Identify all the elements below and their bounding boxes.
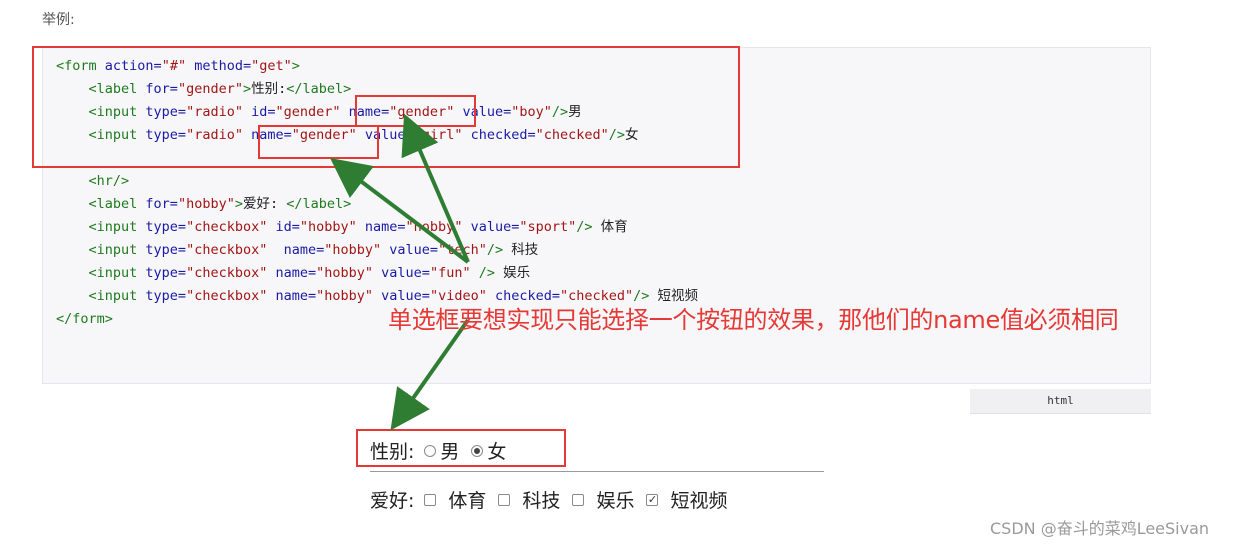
gender-row: 性别: 男 女 bbox=[370, 437, 506, 464]
gender-option-female: 女 bbox=[487, 441, 507, 463]
hobby-label: 爱好: bbox=[370, 490, 415, 512]
gender-label: 性别: bbox=[370, 441, 415, 463]
hobby-option-fun: 娱乐 bbox=[596, 490, 635, 512]
hobby-option-tech: 科技 bbox=[522, 490, 561, 512]
watermark: CSDN @奋斗的菜鸡LeeSivan bbox=[990, 519, 1210, 538]
annotation-text: 单选框要想实现只能选择一个按钮的效果，那他们的name值必须相同 bbox=[388, 306, 1119, 334]
gender-radio-male[interactable] bbox=[424, 444, 437, 457]
hobby-checkbox-video[interactable]: ✓ bbox=[646, 493, 659, 506]
hobby-option-video: 短视频 bbox=[670, 490, 728, 512]
hobby-row: 爱好: 体育 科技 娱乐 ✓ 短视频 bbox=[370, 486, 727, 513]
hobby-checkbox-fun[interactable] bbox=[572, 493, 585, 506]
hobby-checkbox-sport[interactable] bbox=[424, 493, 437, 506]
gender-option-male: 男 bbox=[440, 441, 460, 463]
hobby-checkbox-tech[interactable] bbox=[498, 493, 511, 506]
form-divider bbox=[370, 471, 824, 472]
annotation-arrows bbox=[330, 113, 470, 431]
gender-radio-female[interactable] bbox=[471, 444, 484, 457]
hobby-option-sport: 体育 bbox=[448, 490, 487, 512]
